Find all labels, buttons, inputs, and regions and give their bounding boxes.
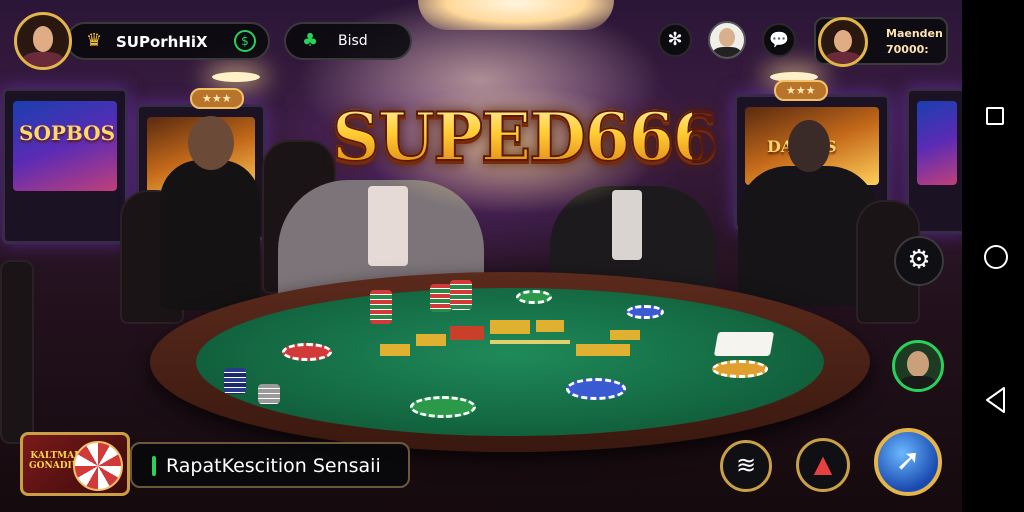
chip-stack xyxy=(450,280,472,310)
recents-icon[interactable] xyxy=(986,107,1004,125)
plant-icon: ♣ xyxy=(302,30,319,51)
settings-icon[interactable]: ✻ xyxy=(658,23,692,57)
chat-icon[interactable]: 💬 xyxy=(762,23,796,57)
poker-chip xyxy=(626,305,664,319)
poker-chip xyxy=(516,290,552,304)
chair xyxy=(0,260,34,444)
friend-avatar-icon[interactable] xyxy=(708,21,746,59)
profile-card-title: Maenden xyxy=(886,27,943,40)
crown-icon: ♛ xyxy=(86,30,103,51)
player-name: SUPorhHiX xyxy=(116,33,208,51)
player-figure xyxy=(160,160,260,310)
chip-stack xyxy=(370,290,392,324)
player-head xyxy=(788,120,830,172)
poker-chip xyxy=(712,360,768,378)
slot-sign: ★★★ xyxy=(774,80,828,101)
balance-label: Bisd xyxy=(338,33,368,49)
ceiling-light xyxy=(418,0,614,30)
user-avatar-icon[interactable] xyxy=(14,12,72,70)
player-head xyxy=(188,116,234,170)
ticker-text: RapatKescition Sensaii xyxy=(166,455,381,477)
sword-icon[interactable]: ➚ xyxy=(874,428,942,496)
cash-icon[interactable]: $ xyxy=(234,30,256,52)
balance-pill[interactable]: ♣ Bisd xyxy=(284,22,412,60)
profile-card[interactable]: Maenden 70000: xyxy=(814,17,948,67)
lucky-wheel-icon xyxy=(73,441,123,491)
chip-stack xyxy=(430,284,452,312)
casino-background: SOPBOS ★★★ DAMOS ★★★ xyxy=(0,0,968,512)
chip-stack xyxy=(258,384,280,404)
profile-card-value: 70000: xyxy=(886,43,929,56)
playing-card xyxy=(713,332,775,356)
back-icon[interactable] xyxy=(984,386,1008,414)
gift-icon[interactable]: ▲ xyxy=(796,438,850,492)
slot-machine: SOPBOS xyxy=(2,88,128,244)
home-icon[interactable] xyxy=(984,245,1008,269)
game-screen: SOPBOS ★★★ DAMOS ★★★ xyxy=(0,0,1024,512)
player-name-pill[interactable]: ♛ SUPorhHiX $ xyxy=(66,22,270,60)
poker-chip xyxy=(566,378,626,400)
felt-print xyxy=(380,320,640,356)
profile-avatar-icon xyxy=(818,17,868,67)
slot-sign: ★★★ xyxy=(190,88,244,109)
poker-chip xyxy=(410,396,476,418)
poker-chip xyxy=(282,343,332,361)
player-avatar-icon[interactable] xyxy=(892,340,944,392)
news-ticker[interactable]: RapatKescition Sensaii xyxy=(130,442,410,488)
promo-banner[interactable]: KALTMAR GONADIUN xyxy=(20,432,130,496)
ticker-indicator xyxy=(152,456,156,476)
ceiling-lamp xyxy=(212,72,260,82)
sound-icon[interactable]: ≋ xyxy=(720,440,772,492)
settings-gear-icon[interactable]: ⚙ xyxy=(894,236,944,286)
slot-machine-label: SOPBOS xyxy=(19,121,116,145)
game-logo: SUPED666 xyxy=(331,80,719,220)
game-logo-text: SUPED666 xyxy=(331,97,719,177)
chip-stack xyxy=(224,368,246,394)
